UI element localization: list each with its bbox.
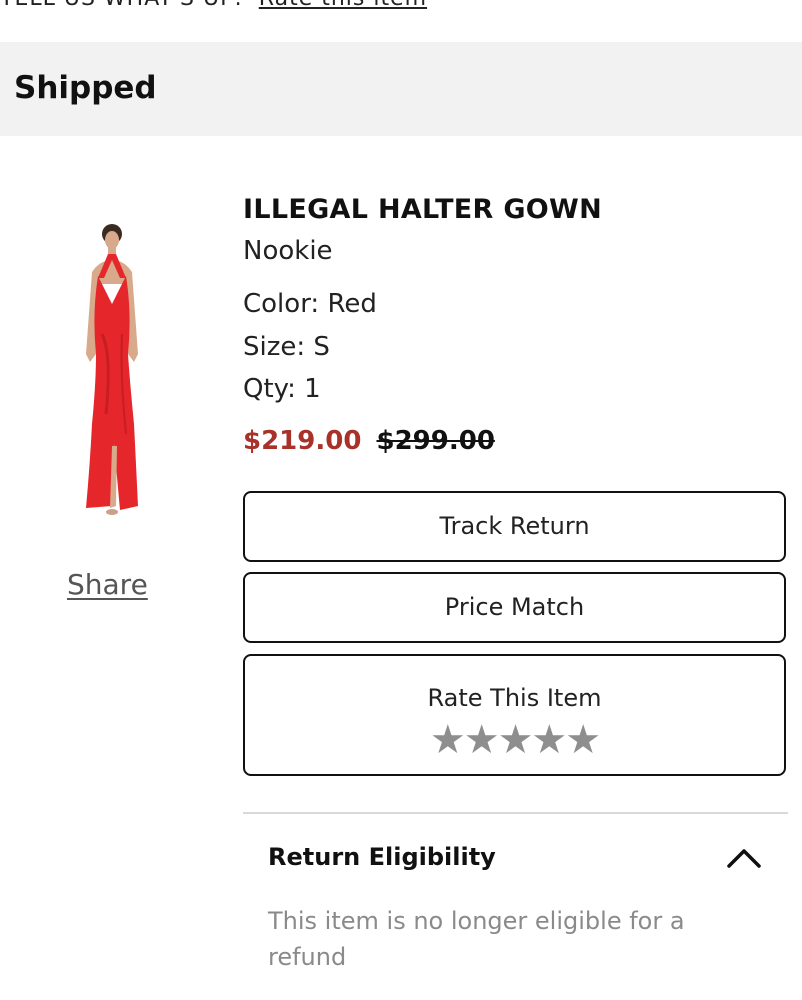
red-halter-gown-image [86,224,138,515]
rate-this-item-link[interactable]: Rate this item [259,0,427,11]
product-info: ILLEGAL HALTER GOWN Nookie Color: Red Si… [243,194,602,456]
price-row: $219.00 $299.00 [243,426,495,456]
price-match-button[interactable]: Price Match [243,572,786,643]
rate-item-label: Rate This Item [427,684,602,712]
star-rating-icon[interactable]: ★★★★★ [245,720,784,760]
track-return-button[interactable]: Track Return [243,491,786,562]
product-name[interactable]: ILLEGAL HALTER GOWN [243,194,602,225]
product-size: Size: S [243,332,330,362]
chevron-up-icon[interactable] [726,845,762,869]
original-price: $299.00 [376,426,495,456]
product-brand[interactable]: Nookie [243,236,333,266]
section-divider [243,812,788,814]
product-quantity: Qty: 1 [243,374,321,404]
shipment-status-bar: Shipped [0,42,802,136]
share-link[interactable]: Share [67,568,148,601]
rate-item-button[interactable]: Rate This Item ★★★★★ [243,654,786,776]
feedback-prompt: TELL US WHAT'S UP: [0,0,243,11]
product-color: Color: Red [243,289,377,319]
sale-price: $219.00 [243,426,362,456]
return-eligibility-title[interactable]: Return Eligibility [268,843,496,871]
top-feedback-line: TELL US WHAT'S UP: Rate this item [0,0,802,11]
shipment-status: Shipped [14,70,157,106]
product-image[interactable] [62,214,158,524]
return-eligibility-text: This item is no longer eligible for a re… [268,907,685,971]
